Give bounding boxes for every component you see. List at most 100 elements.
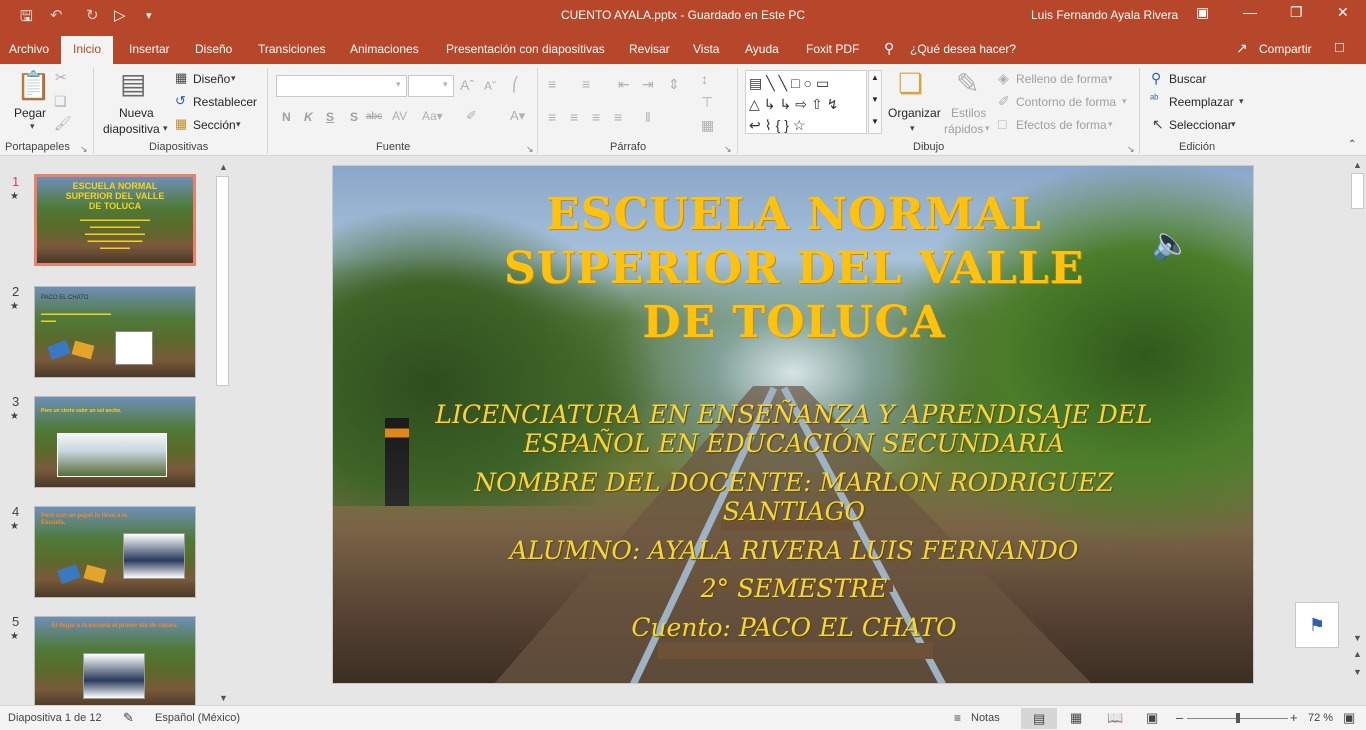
select-button[interactable]: Seleccionar <box>1169 118 1232 132</box>
quick-styles-label-2[interactable]: rápidos <box>944 122 983 136</box>
tab-archivo[interactable]: Archivo <box>9 42 49 56</box>
slide-scrollbar[interactable]: ▲ ▼ ▲ ▼ <box>1349 157 1366 705</box>
tab-animaciones[interactable]: Animaciones <box>350 42 419 56</box>
close-icon[interactable]: ✕ <box>1337 4 1349 21</box>
new-slide-label-1[interactable]: Nueva <box>119 106 154 120</box>
shapes-gallery-scroll[interactable]: ▲ ▼ ▼ <box>868 70 882 134</box>
layout-dropdown-icon[interactable]: ▾ <box>231 74 236 83</box>
arrange-dropdown-icon[interactable]: ▾ <box>910 124 915 133</box>
scroll-up-icon[interactable]: ▲ <box>219 162 228 172</box>
bullets-icon[interactable]: ≡ <box>548 77 556 91</box>
outline-icon[interactable]: ✐ <box>998 94 1010 108</box>
slideshow-icon[interactable]: ▣ <box>1146 710 1158 726</box>
numbering-icon[interactable]: ≡ <box>582 77 590 91</box>
replace-icon[interactable]: ᵃᵇ <box>1150 94 1158 105</box>
shapes-gallery[interactable]: ▤╲╲□○▭ △↳↳⇨⇧↯ ↩⌇{}☆ <box>745 70 867 134</box>
align-right-icon[interactable]: ≡ <box>592 110 600 124</box>
fill-icon[interactable]: ◈ <box>998 71 1009 85</box>
scroll-thumb[interactable] <box>216 176 229 386</box>
paste-dropdown-icon[interactable]: ▾ <box>30 122 35 131</box>
slide-body-line[interactable]: SANTIAGO <box>393 497 1195 526</box>
clipboard-launcher-icon[interactable]: ↘ <box>80 144 88 155</box>
scroll-down-icon[interactable]: ▼ <box>1353 633 1362 643</box>
slide-sorter-icon[interactable]: ▦ <box>1070 710 1082 726</box>
thumbnail-scrollbar[interactable]: ▲ ▼ <box>215 160 231 705</box>
thumbnail-slide-5[interactable]: El llegar a la escuela el primer día de … <box>34 616 196 708</box>
smartart-icon[interactable]: ▦ <box>701 118 714 132</box>
tab-presentacion[interactable]: Presentación con diapositivas <box>446 42 605 56</box>
fit-to-window-icon[interactable]: ▣ <box>1343 710 1355 726</box>
decrease-indent-icon[interactable]: ⇤ <box>618 77 630 91</box>
section-button[interactable]: Sección <box>193 118 236 132</box>
slide-title-line[interactable]: SUPERIOR DEL VALLE <box>333 242 1253 296</box>
replace-dropdown-icon[interactable]: ▾ <box>1239 97 1244 106</box>
zoom-in-icon[interactable]: + <box>1290 710 1298 725</box>
slide-body-line[interactable]: ALUMNO: AYALA RIVERA LUIS FERNANDO <box>393 536 1195 565</box>
shape-outline-button[interactable]: Contorno de forma <box>1016 95 1116 109</box>
language-status[interactable]: Español (México) <box>155 712 240 724</box>
paragraph-launcher-icon[interactable]: ↘ <box>724 144 732 155</box>
slide-title-line[interactable]: DE TOLUCA <box>333 296 1253 350</box>
tell-me-search[interactable]: ¿Qué desea hacer? <box>910 42 1016 56</box>
next-slide-icon[interactable]: ▼ <box>1353 667 1362 677</box>
select-dropdown-icon[interactable]: ▾ <box>1231 120 1236 129</box>
replace-button[interactable]: Reemplazar <box>1169 95 1234 109</box>
previous-slide-icon[interactable]: ▲ <box>1353 649 1362 659</box>
font-launcher-icon[interactable]: ↘ <box>526 144 534 155</box>
slide-title-line[interactable]: ESCUELA NORMAL <box>333 188 1253 242</box>
tab-insertar[interactable]: Insertar <box>129 42 170 56</box>
cut-icon[interactable]: ✂ <box>55 70 67 84</box>
fill-dropdown-icon[interactable]: ▾ <box>1108 74 1113 83</box>
maximize-icon[interactable]: ❐ <box>1290 4 1303 21</box>
tab-vista[interactable]: Vista <box>693 42 719 56</box>
line-spacing-icon[interactable]: ⇕ <box>668 77 680 91</box>
increase-font-icon[interactable]: Aˆ <box>460 78 474 92</box>
slide-body-line[interactable]: ESPAÑOL EN EDUCACIÓN SECUNDARIA <box>393 429 1195 458</box>
tab-inicio[interactable]: Inicio <box>61 36 114 64</box>
thumbnail-slide-1[interactable]: ESCUELA NORMAL SUPERIOR DEL VALLE DE TOL… <box>34 174 196 266</box>
quick-styles-dropdown-icon[interactable]: ▾ <box>985 124 990 133</box>
zoom-slider-knob[interactable] <box>1235 713 1240 723</box>
bookmark-icon[interactable]: ⚑ <box>1295 602 1339 648</box>
align-text-icon[interactable]: ⊤ <box>701 95 713 109</box>
change-case-icon[interactable]: Aa▾ <box>422 110 443 122</box>
clear-format-icon[interactable]: ⎛ <box>512 77 519 91</box>
slide-counter[interactable]: Diapositiva 1 de 12 <box>8 712 102 724</box>
slide-body-line[interactable]: NOMBRE DEL DOCENTE: MARLON RODRIGUEZ <box>393 468 1195 497</box>
shape-fill-button[interactable]: Relleno de forma <box>1016 72 1107 86</box>
columns-icon[interactable]: ‖ <box>645 110 651 124</box>
outline-dropdown-icon[interactable]: ▾ <box>1122 97 1127 106</box>
zoom-slider[interactable] <box>1187 713 1288 723</box>
tab-revisar[interactable]: Revisar <box>629 42 670 56</box>
quick-styles-label-1[interactable]: Estilos <box>951 106 986 120</box>
scroll-thumb[interactable] <box>1351 173 1364 209</box>
arrange-button[interactable]: Organizar <box>888 106 941 120</box>
font-color-icon[interactable]: A▾ <box>510 109 525 122</box>
scroll-up-icon[interactable]: ▲ <box>1353 160 1362 170</box>
layout-button[interactable]: Diseño <box>193 72 230 86</box>
tab-ayuda[interactable]: Ayuda <box>745 42 779 56</box>
font-name-dropdown-icon[interactable]: ▾ <box>396 80 401 89</box>
current-slide[interactable]: 🔈 ESCUELA NORMAL SUPERIOR DEL VALLE DE T… <box>332 165 1254 684</box>
char-spacing-icon[interactable]: AV <box>392 110 407 122</box>
select-icon[interactable]: ↖ <box>1152 117 1164 131</box>
minimize-icon[interactable]: — <box>1243 4 1257 20</box>
collapse-ribbon-icon[interactable]: ⌃ <box>1348 140 1356 150</box>
arrange-icon[interactable]: ❏ <box>898 70 923 98</box>
layout-icon[interactable]: ▦ <box>175 71 187 84</box>
effects-dropdown-icon[interactable]: ▾ <box>1108 120 1113 129</box>
spellcheck-icon[interactable]: ✎ <box>123 710 134 726</box>
tab-diseno[interactable]: Diseño <box>195 42 232 56</box>
zoom-out-icon[interactable]: – <box>1176 710 1183 725</box>
slide-body-line[interactable]: 2° SEMESTRE <box>393 574 1195 603</box>
decrease-font-icon[interactable]: Aˇ <box>484 80 496 92</box>
section-dropdown-icon[interactable]: ▾ <box>236 120 241 129</box>
find-button[interactable]: Buscar <box>1169 72 1206 86</box>
tab-transiciones[interactable]: Transiciones <box>258 42 326 56</box>
align-left-icon[interactable]: ≡ <box>548 110 556 124</box>
effects-icon[interactable]: □ <box>998 117 1006 131</box>
notes-icon[interactable]: ≡ <box>954 711 961 725</box>
gallery-down-icon[interactable]: ▼ <box>871 95 879 104</box>
comments-icon[interactable]: □ <box>1335 39 1344 56</box>
bold-button[interactable]: N <box>282 110 291 124</box>
